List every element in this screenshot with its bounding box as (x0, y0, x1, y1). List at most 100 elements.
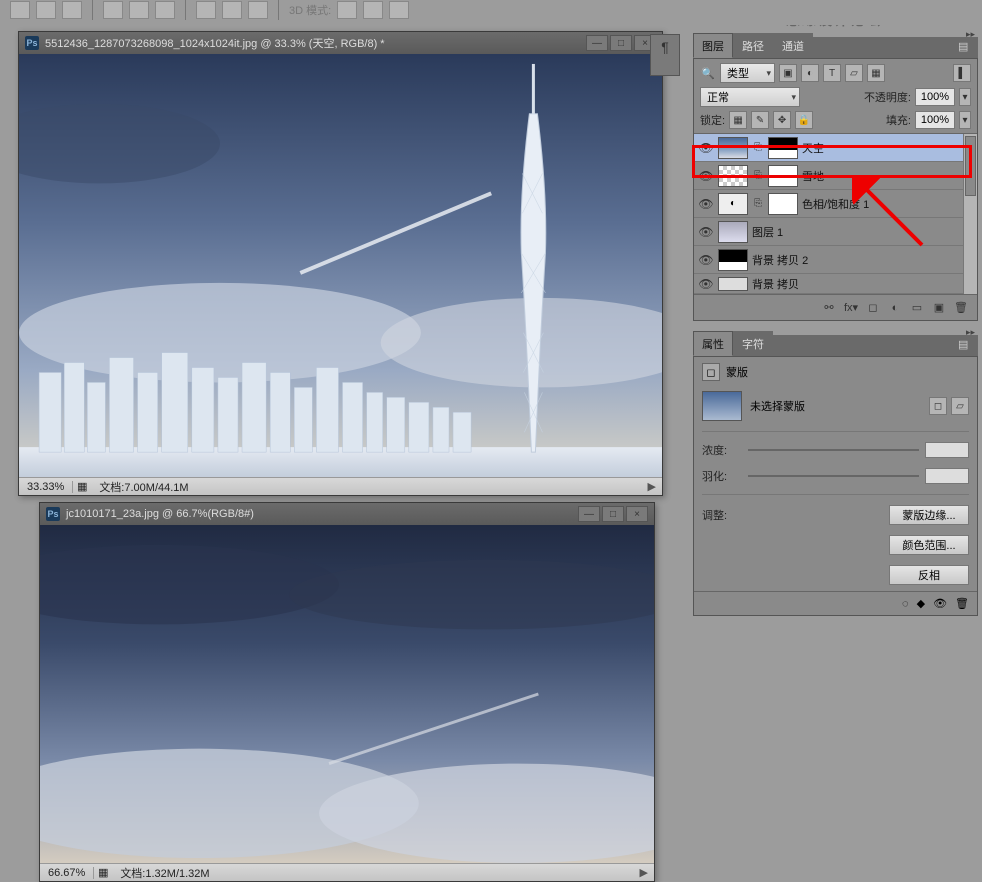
filter-adjust-icon[interactable]: ◐ (801, 64, 819, 82)
opacity-arrow-icon[interactable]: ▾ (959, 88, 971, 106)
filter-toggle-icon[interactable]: ▌ (953, 64, 971, 82)
opt-btn-5[interactable] (129, 1, 149, 19)
visibility-icon[interactable]: 👁 (698, 168, 714, 184)
layer-row-sky[interactable]: 👁 ⎘ 天空 (694, 134, 977, 162)
doc1-canvas[interactable] (19, 54, 662, 477)
opt-btn-1[interactable] (10, 1, 30, 19)
mode3d-btn-2[interactable] (363, 1, 383, 19)
color-range-button[interactable]: 颜色范围... (889, 535, 969, 555)
doc2-canvas[interactable] (40, 525, 654, 863)
layer-thumb[interactable] (718, 221, 748, 243)
statusbar-menu-arrow[interactable]: ▶ (642, 480, 662, 493)
panel-menu-icon[interactable]: ▤ (958, 338, 974, 352)
mask-thumb[interactable] (768, 165, 798, 187)
load-selection-icon[interactable]: ◌ (902, 598, 909, 610)
delete-mask-icon[interactable]: 🗑 (955, 597, 969, 610)
layer-row-snow[interactable]: 👁 ⎘ 雪地 (694, 162, 977, 190)
doc1-zoom[interactable]: 33.33% (19, 481, 73, 493)
layer-name[interactable]: 图层 1 (752, 224, 783, 240)
link-icon[interactable]: ⎘ (752, 198, 764, 209)
statusbar-menu-arrow[interactable]: ▶ (634, 866, 654, 879)
layer-row-layer1[interactable]: 👁 图层 1 (694, 218, 977, 246)
minimize-button[interactable]: — (586, 35, 608, 51)
new-adjustment-icon[interactable]: ◐ (887, 300, 903, 316)
opt-btn-8[interactable] (222, 1, 242, 19)
layer-name[interactable]: 色相/饱和度 1 (802, 196, 869, 212)
tab-properties[interactable]: 属性 (693, 331, 733, 356)
density-value[interactable] (925, 442, 969, 458)
new-group-icon[interactable]: ▭ (909, 300, 925, 316)
opt-btn-3[interactable] (62, 1, 82, 19)
layer-row-huesat[interactable]: 👁 ◐ ⎘ 色相/饱和度 1 (694, 190, 977, 218)
opt-btn-9[interactable] (248, 1, 268, 19)
link-icon[interactable]: ⎘ (752, 142, 764, 153)
add-mask-icon[interactable]: ◻ (865, 300, 881, 316)
doc1-titlebar[interactable]: Ps 5512436_1287073268098_1024x1024it.jpg… (19, 32, 662, 54)
fill-value[interactable]: 100% (915, 111, 955, 129)
visibility-icon[interactable]: 👁 (698, 224, 714, 240)
layer-name[interactable]: 背景 拷贝 2 (752, 252, 808, 268)
layer-filter-dropdown[interactable]: 类型 (720, 63, 775, 83)
filter-type-icon[interactable]: T (823, 64, 841, 82)
layer-thumb[interactable] (718, 137, 748, 159)
layer-row-bgcopy2[interactable]: 👁 背景 拷贝 2 (694, 246, 977, 274)
statusbar-icon[interactable]: ▦ (94, 866, 112, 879)
tab-paths[interactable]: 路径 (733, 33, 773, 58)
blend-mode-dropdown[interactable]: 正常 (700, 87, 800, 107)
mask-thumb[interactable] (768, 137, 798, 159)
invert-button[interactable]: 反相 (889, 565, 969, 585)
layer-thumb[interactable] (718, 165, 748, 187)
layer-name[interactable]: 背景 拷贝 (752, 276, 799, 292)
density-slider[interactable]: 浓度: (702, 442, 969, 458)
mode3d-btn-3[interactable] (389, 1, 409, 19)
close-button[interactable]: × (626, 506, 648, 522)
tab-layers[interactable]: 图层 (693, 33, 733, 58)
link-layers-icon[interactable]: ⚯ (821, 300, 837, 316)
feather-slider[interactable]: 羽化: (702, 468, 969, 484)
mask-preview-thumb[interactable] (702, 391, 742, 421)
pixel-mask-icon[interactable]: ◻ (929, 397, 947, 415)
lock-position-icon[interactable]: ✥ (773, 111, 791, 129)
opt-btn-4[interactable] (103, 1, 123, 19)
toggle-mask-icon[interactable]: 👁 (933, 597, 947, 610)
adjustment-thumb[interactable]: ◐ (718, 193, 748, 215)
layer-thumb[interactable] (718, 277, 748, 291)
lock-transparency-icon[interactable]: ▦ (729, 111, 747, 129)
feather-value[interactable] (925, 468, 969, 484)
tab-character[interactable]: 字符 (733, 331, 773, 356)
layer-scrollbar[interactable] (963, 134, 977, 294)
layer-style-icon[interactable]: fx▾ (843, 300, 859, 316)
mask-mode-icon[interactable]: ◻ (702, 363, 720, 381)
filter-pixel-icon[interactable]: ▣ (779, 64, 797, 82)
lock-all-icon[interactable]: 🔒 (795, 111, 813, 129)
collapsed-panel-tab[interactable]: ¶ (650, 34, 680, 76)
layer-thumb[interactable] (718, 249, 748, 271)
panel-menu-icon[interactable]: ▤ (958, 40, 974, 54)
panel-collapse-icon[interactable]: ▸▸ (966, 327, 978, 335)
panel-collapse-icon[interactable]: ▸▸ (966, 29, 978, 37)
opt-btn-2[interactable] (36, 1, 56, 19)
lock-pixels-icon[interactable]: ✎ (751, 111, 769, 129)
opacity-value[interactable]: 100% (915, 88, 955, 106)
search-icon[interactable]: 🔍 (700, 67, 716, 80)
fill-arrow-icon[interactable]: ▾ (959, 111, 971, 129)
layer-row-bgcopy[interactable]: 👁 背景 拷贝 (694, 274, 977, 294)
delete-layer-icon[interactable]: 🗑 (953, 300, 969, 316)
visibility-icon[interactable]: 👁 (698, 140, 714, 156)
link-icon[interactable]: ⎘ (752, 170, 764, 181)
mode3d-btn-1[interactable] (337, 1, 357, 19)
opt-btn-7[interactable] (196, 1, 216, 19)
maximize-button[interactable]: □ (602, 506, 624, 522)
tab-channels[interactable]: 通道 (773, 33, 813, 58)
apply-mask-icon[interactable]: ◆ (917, 597, 925, 610)
visibility-icon[interactable]: 👁 (698, 276, 714, 292)
doc2-zoom[interactable]: 66.67% (40, 867, 94, 879)
filter-smart-icon[interactable]: ▦ (867, 64, 885, 82)
visibility-icon[interactable]: 👁 (698, 196, 714, 212)
layer-name[interactable]: 雪地 (802, 168, 824, 184)
statusbar-icon[interactable]: ▦ (73, 480, 91, 493)
opt-btn-6[interactable] (155, 1, 175, 19)
doc2-titlebar[interactable]: Ps jc1010171_23a.jpg @ 66.7%(RGB/8#) — □… (40, 503, 654, 525)
new-layer-icon[interactable]: ▣ (931, 300, 947, 316)
visibility-icon[interactable]: 👁 (698, 252, 714, 268)
